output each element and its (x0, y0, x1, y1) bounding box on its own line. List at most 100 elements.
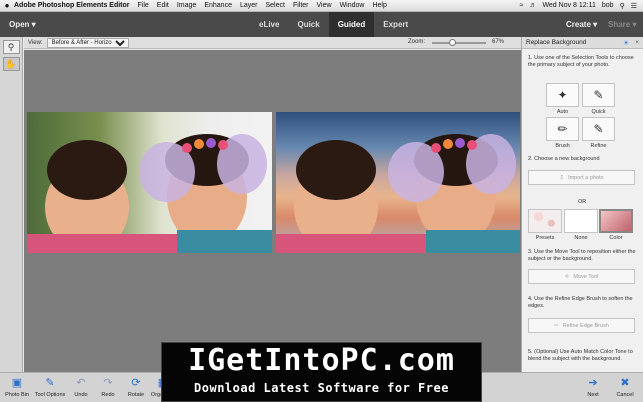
menu-image[interactable]: Image (177, 2, 196, 9)
next-label: Next (587, 392, 599, 398)
step-2-text: 2. Choose a new background (528, 156, 600, 162)
menu-window[interactable]: Window (340, 2, 365, 9)
magic-wand-icon: ✦ (557, 88, 568, 102)
rotate-label: Rotate (127, 392, 145, 398)
menu-enhance[interactable]: Enhance (204, 2, 232, 9)
close-icon[interactable]: × (635, 37, 639, 49)
refine-brush-icon: ✏ (554, 323, 559, 329)
menu-edit[interactable]: Edit (157, 2, 169, 9)
undo-button[interactable]: ↶ Undo (71, 375, 91, 398)
refine-icon: ✎ (593, 122, 604, 136)
tool-options-label: Tool Options (34, 392, 66, 398)
view-label: View: (28, 39, 43, 46)
auto-selection-button[interactable]: ✦ (546, 83, 579, 107)
photo-bin-label: Photo Bin (5, 392, 29, 398)
status-area: ≈ ♬ Wed Nov 8 12:11 bob ⚲ ☰ (520, 2, 643, 10)
mode-tabs: eLive Quick Guided Expert (250, 12, 417, 37)
next-button[interactable]: ➔ Next (582, 375, 604, 398)
zoom-value: 67% (492, 39, 505, 45)
view-select[interactable]: Before & After - Horizontal (46, 37, 129, 48)
app-topbar: Open ▾ eLive Quick Guided Expert Create … (0, 12, 643, 37)
after-photo (276, 112, 520, 253)
brush-selection-button[interactable]: ✏ (546, 117, 579, 141)
menu-select[interactable]: Select (265, 2, 284, 9)
zoom-slider[interactable] (432, 39, 486, 46)
tool-options-button[interactable]: ✎ Tool Options (33, 375, 67, 398)
none-background-swatch[interactable] (564, 209, 598, 233)
panel-title: Replace Background ☀ × (522, 37, 643, 49)
brush-label: Brush (555, 143, 570, 149)
presets-background-swatch[interactable] (528, 209, 562, 233)
rotate-icon: ⟳ (131, 377, 141, 389)
open-label: Open (9, 20, 30, 29)
volume-icon[interactable]: ♬ (529, 2, 536, 9)
hand-tool-icon[interactable]: ✋ (2, 57, 20, 71)
quick-label: Quick (591, 109, 606, 115)
auto-label: Auto (556, 109, 569, 115)
menu-view[interactable]: View (317, 2, 332, 9)
watermark-banner: IGetIntoPC.com Download Latest Software … (161, 342, 482, 402)
menu-help[interactable]: Help (372, 2, 386, 9)
share-menu-button[interactable]: Share ▾ (608, 20, 636, 29)
cancel-label: Cancel (616, 392, 634, 398)
zoom-slider-knob[interactable] (449, 39, 457, 46)
tab-elive[interactable]: eLive (250, 12, 288, 37)
redo-icon: ↷ (103, 377, 113, 389)
tab-quick[interactable]: Quick (288, 12, 328, 37)
photo-bin-button[interactable]: ▣ Photo Bin (4, 375, 30, 398)
menu-list-icon[interactable]: ☰ (631, 2, 637, 10)
menu-filter[interactable]: Filter (293, 2, 309, 9)
open-menu-button[interactable]: Open ▾ (9, 20, 36, 29)
import-photo-button[interactable]: ↥ Import a photo (528, 170, 635, 185)
color-background-swatch[interactable] (599, 209, 633, 233)
none-label: None (574, 235, 588, 241)
share-label: Share (608, 20, 631, 29)
quick-selection-button[interactable]: ✎ (582, 83, 615, 107)
menu-file[interactable]: File (138, 2, 149, 9)
menu-layer[interactable]: Layer (240, 2, 258, 9)
redo-button[interactable]: ↷ Redo (98, 375, 118, 398)
clock[interactable]: Wed Nov 8 12:11 (542, 2, 595, 9)
zoom-label: Zoom: (408, 39, 426, 45)
help-icon[interactable]: ☀ (623, 38, 629, 50)
create-menu-button[interactable]: Create ▾ (566, 20, 597, 29)
zoom-tool-icon[interactable]: ⚲ (2, 40, 20, 54)
refine-label: Refine (590, 143, 607, 149)
refine-selection-button[interactable]: ✎ (582, 117, 615, 141)
color-label: Color (609, 235, 623, 241)
redo-label: Redo (101, 392, 115, 398)
app-menu[interactable]: Adobe Photoshop Elements Editor (14, 2, 130, 9)
tab-guided[interactable]: Guided (328, 12, 375, 37)
cancel-icon: ✖ (620, 377, 630, 389)
quick-selection-icon: ✎ (593, 88, 604, 102)
refine-edge-brush-label: Refine Edge Brush (562, 323, 609, 329)
or-label: OR (578, 199, 587, 205)
panel-title-text: Replace Background (526, 39, 587, 46)
apple-menu-icon[interactable]: ● (0, 1, 14, 10)
step-1-text: 1. Use one of the Selection Tools to cho… (528, 55, 634, 68)
before-photo (27, 112, 272, 253)
watermark-subtitle: Download Latest Software for Free (194, 381, 449, 395)
canvas-area[interactable] (24, 50, 521, 372)
move-tool-label: Move Tool (573, 274, 599, 280)
refine-edge-brush-button[interactable]: ✏ Refine Edge Brush (528, 318, 635, 333)
create-label: Create (566, 20, 591, 29)
import-icon: ↥ (559, 175, 565, 181)
move-tool-button[interactable]: ✛ Move Tool (528, 269, 635, 284)
undo-icon: ↶ (76, 377, 86, 389)
guided-panel: Replace Background ☀ × 1. Use one of the… (521, 37, 643, 372)
search-icon[interactable]: ⚲ (620, 2, 625, 10)
undo-label: Undo (74, 392, 88, 398)
tool-strip: ⚲ ✋ (0, 37, 23, 372)
view-options-bar: View: Before & After - Horizontal Zoom: … (24, 37, 521, 49)
tab-expert[interactable]: Expert (374, 12, 417, 37)
user-name[interactable]: bob (602, 2, 614, 9)
cancel-button[interactable]: ✖ Cancel (612, 375, 638, 398)
wifi-icon[interactable]: ≈ (520, 2, 524, 9)
presets-label: Presets (535, 235, 555, 241)
rotate-button[interactable]: ⟳ Rotate (125, 375, 147, 398)
brush-icon: ✏ (557, 122, 568, 136)
step-4-text: 4. Use the Refine Edge Brush to soften t… (528, 296, 633, 309)
watermark-title: IGetIntoPC.com (188, 343, 455, 378)
next-arrow-icon: ➔ (588, 377, 598, 389)
